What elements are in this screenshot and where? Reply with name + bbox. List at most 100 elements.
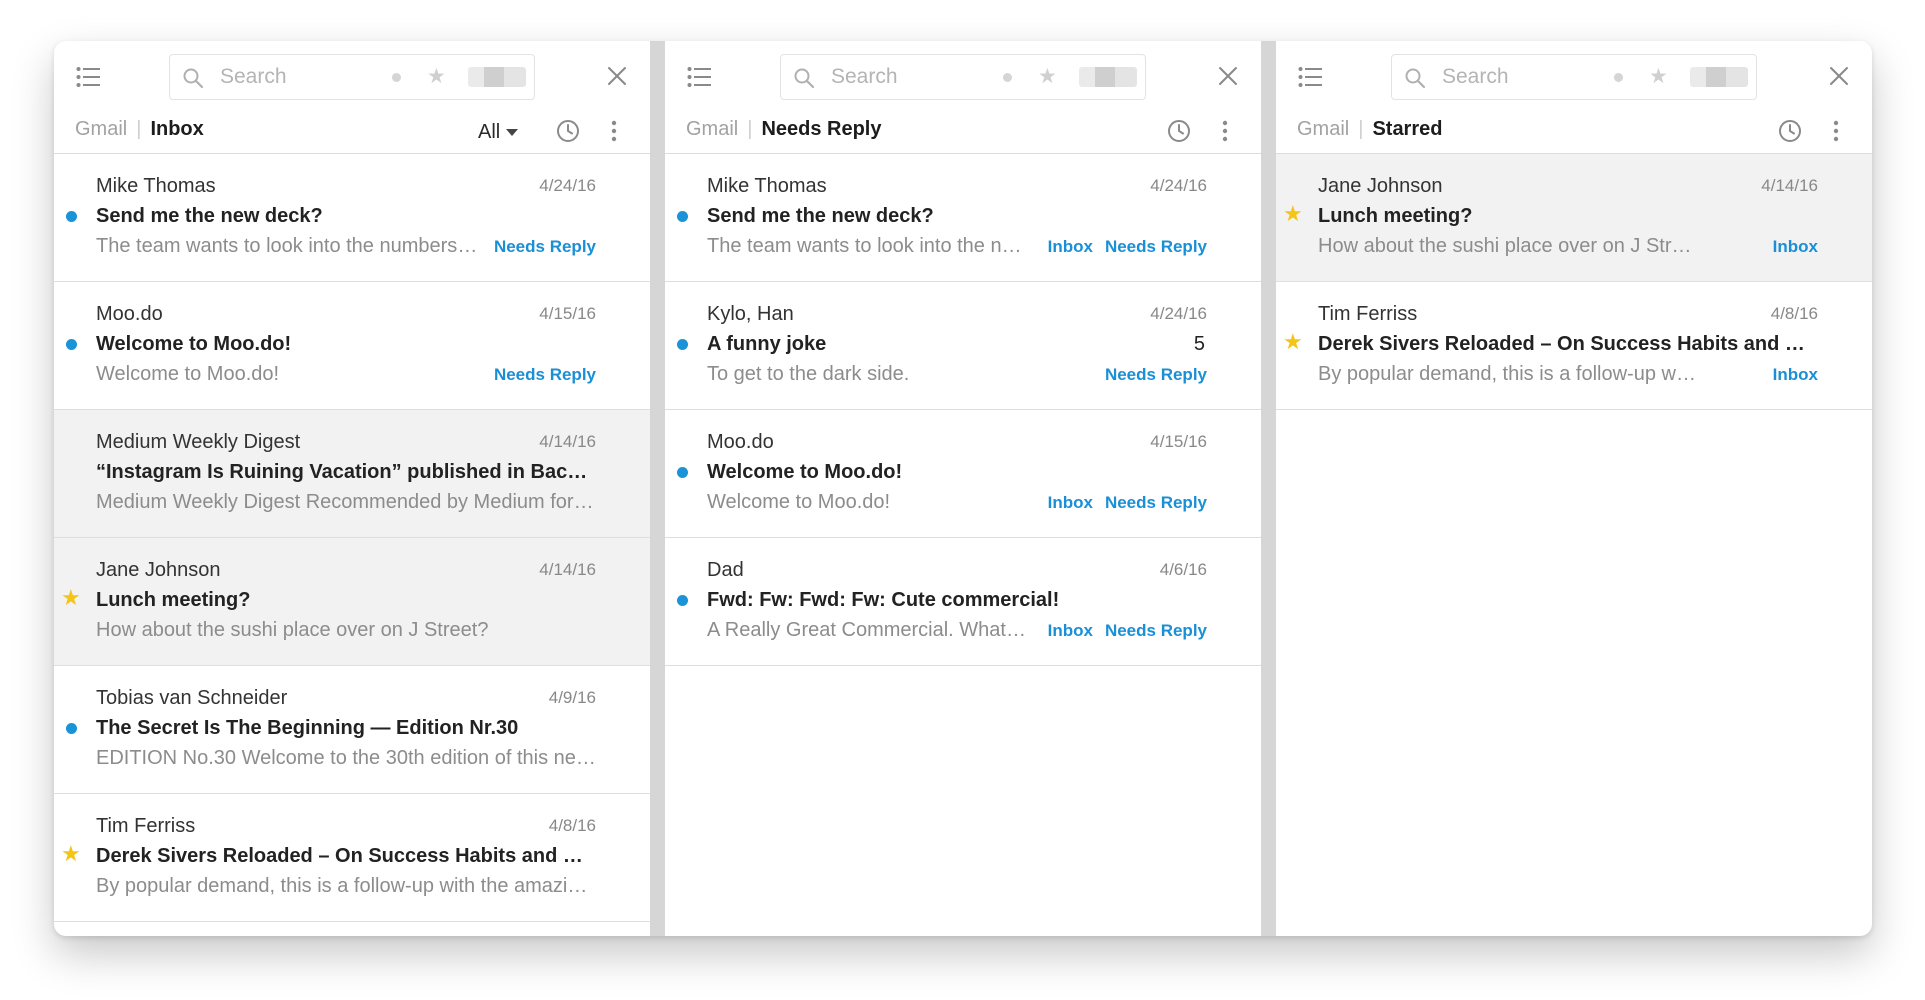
unread-filter-dot-icon[interactable] bbox=[392, 73, 401, 82]
message-sender: Moo.do bbox=[707, 431, 774, 453]
star-filter-icon[interactable]: ★ bbox=[1038, 63, 1057, 91]
breadcrumb-provider[interactable]: Gmail bbox=[686, 118, 738, 140]
close-icon[interactable] bbox=[606, 65, 628, 87]
message-sender: Mike Thomas bbox=[96, 175, 216, 197]
filter-dropdown-label: All bbox=[478, 121, 501, 143]
message-date: 4/24/16 bbox=[1150, 176, 1207, 195]
star-icon[interactable]: ★ bbox=[1283, 328, 1303, 356]
filter-toggle[interactable] bbox=[1079, 67, 1137, 87]
close-icon[interactable] bbox=[1217, 65, 1239, 87]
message-subject: Send me the new deck? bbox=[707, 205, 934, 227]
search-box[interactable]: ★ bbox=[169, 54, 535, 100]
message-subject: A funny joke bbox=[707, 333, 827, 355]
breadcrumb-separator: | bbox=[747, 118, 753, 140]
label-tag[interactable]: Inbox bbox=[1048, 493, 1093, 512]
star-icon[interactable]: ★ bbox=[61, 840, 81, 868]
message-row[interactable]: Tim Ferriss 4/8/16 Derek Sivers Reloaded… bbox=[54, 794, 650, 922]
filter-dropdown[interactable]: All bbox=[478, 119, 519, 145]
message-date: 4/9/16 bbox=[548, 688, 596, 707]
message-preview: Welcome to Moo.do! bbox=[96, 363, 280, 385]
unread-dot-icon[interactable] bbox=[677, 595, 688, 606]
label-tag[interactable]: Needs Reply bbox=[1105, 621, 1207, 640]
breadcrumb-separator: | bbox=[1358, 118, 1364, 140]
search-input[interactable] bbox=[831, 63, 981, 91]
message-row[interactable]: Tim Ferriss 4/8/16 Derek Sivers Reloaded… bbox=[1276, 282, 1872, 410]
message-row[interactable]: Tobias van Schneider 4/9/16 The Secret I… bbox=[54, 666, 650, 794]
more-vertical-icon[interactable] bbox=[1222, 120, 1228, 142]
label-tag[interactable]: Inbox bbox=[1773, 237, 1818, 256]
unread-dot-icon[interactable] bbox=[66, 723, 77, 734]
message-tags: Needs Reply bbox=[1093, 362, 1207, 388]
more-vertical-icon[interactable] bbox=[611, 120, 617, 142]
message-date: 4/14/16 bbox=[1761, 176, 1818, 195]
message-row[interactable]: Moo.do 4/15/16 Welcome to Moo.do! Welcom… bbox=[54, 282, 650, 410]
menu-list-icon[interactable] bbox=[687, 66, 711, 88]
breadcrumb-folder: Starred bbox=[1372, 118, 1443, 140]
message-tags: Needs Reply bbox=[482, 362, 596, 388]
star-filter-icon[interactable]: ★ bbox=[1649, 63, 1668, 91]
breadcrumb-provider[interactable]: Gmail bbox=[1297, 118, 1349, 140]
label-tag[interactable]: Needs Reply bbox=[1105, 493, 1207, 512]
message-row[interactable]: Mike Thomas 4/24/16 Send me the new deck… bbox=[665, 154, 1261, 282]
unread-dot-icon[interactable] bbox=[66, 339, 77, 350]
unread-dot-icon[interactable] bbox=[677, 211, 688, 222]
filter-toggle[interactable] bbox=[1690, 67, 1748, 87]
unread-dot-icon[interactable] bbox=[677, 339, 688, 350]
search-box[interactable]: ★ bbox=[780, 54, 1146, 100]
label-tag[interactable]: Inbox bbox=[1048, 621, 1093, 640]
label-tag[interactable]: Needs Reply bbox=[494, 237, 596, 256]
message-row[interactable]: Moo.do 4/15/16 Welcome to Moo.do! Welcom… bbox=[665, 410, 1261, 538]
unread-filter-dot-icon[interactable] bbox=[1003, 73, 1012, 82]
label-tag[interactable]: Inbox bbox=[1048, 237, 1093, 256]
message-subject: Lunch meeting? bbox=[96, 589, 251, 611]
more-vertical-icon[interactable] bbox=[1833, 120, 1839, 142]
search-icon bbox=[794, 68, 815, 89]
message-tags: Inbox Needs Reply bbox=[1036, 490, 1207, 516]
filter-toggle[interactable] bbox=[468, 67, 526, 87]
label-tag[interactable]: Needs Reply bbox=[494, 365, 596, 384]
menu-list-icon[interactable] bbox=[76, 66, 100, 88]
message-subject: Lunch meeting? bbox=[1318, 205, 1473, 227]
message-list: Mike Thomas 4/24/16 Send me the new deck… bbox=[54, 154, 650, 922]
clock-icon[interactable] bbox=[1167, 119, 1191, 143]
message-row[interactable]: Mike Thomas 4/24/16 Send me the new deck… bbox=[54, 154, 650, 282]
label-tag[interactable]: Needs Reply bbox=[1105, 237, 1207, 256]
breadcrumb: Gmail | Inbox bbox=[75, 115, 204, 143]
star-filter-icon[interactable]: ★ bbox=[427, 63, 446, 91]
clock-icon[interactable] bbox=[556, 119, 580, 143]
unread-filter-dot-icon[interactable] bbox=[1614, 73, 1623, 82]
app-window: ★ Gmail | Inbox All bbox=[54, 41, 1872, 936]
label-tag[interactable]: Needs Reply bbox=[1105, 365, 1207, 384]
message-row[interactable]: Kylo, Han 4/24/16 A funny joke To get to… bbox=[665, 282, 1261, 410]
message-preview: A Really Great Commercial. What do you t… bbox=[707, 619, 1030, 641]
search-input[interactable] bbox=[1442, 63, 1592, 91]
label-tag[interactable]: Inbox bbox=[1773, 365, 1818, 384]
search-box[interactable]: ★ bbox=[1391, 54, 1757, 100]
message-row[interactable]: Jane Johnson 4/14/16 Lunch meeting? How … bbox=[54, 538, 650, 666]
message-tags: Inbox Needs Reply bbox=[1036, 234, 1207, 260]
unread-dot-icon[interactable] bbox=[66, 211, 77, 222]
breadcrumb-provider[interactable]: Gmail bbox=[75, 118, 127, 140]
message-preview: How about the sushi place over on J Stre… bbox=[1318, 235, 1700, 257]
star-icon[interactable]: ★ bbox=[1283, 200, 1303, 228]
message-row[interactable]: Dad 4/6/16 Fwd: Fw: Fwd: Fw: Cute commer… bbox=[665, 538, 1261, 666]
breadcrumb: Gmail | Needs Reply bbox=[686, 115, 882, 143]
message-date: 4/8/16 bbox=[548, 816, 596, 835]
breadcrumb-separator: | bbox=[136, 118, 142, 140]
message-date: 4/15/16 bbox=[539, 304, 596, 323]
message-row[interactable]: Medium Weekly Digest 4/14/16 “Instagram … bbox=[54, 410, 650, 538]
message-sender: Tim Ferriss bbox=[96, 815, 196, 837]
clock-icon[interactable] bbox=[1778, 119, 1802, 143]
message-subject: “Instagram Is Ruining Vacation” publishe… bbox=[96, 461, 596, 483]
unread-dot-icon[interactable] bbox=[677, 467, 688, 478]
message-tags: Needs Reply bbox=[482, 234, 596, 260]
menu-list-icon[interactable] bbox=[1298, 66, 1322, 88]
search-input[interactable] bbox=[220, 63, 370, 91]
close-icon[interactable] bbox=[1828, 65, 1850, 87]
message-subject: Welcome to Moo.do! bbox=[96, 333, 292, 355]
star-icon[interactable]: ★ bbox=[61, 584, 81, 612]
message-row[interactable]: Jane Johnson 4/14/16 Lunch meeting? How … bbox=[1276, 154, 1872, 282]
message-sender: Jane Johnson bbox=[1318, 175, 1443, 197]
message-preview: Welcome to Moo.do! bbox=[707, 491, 891, 513]
mail-column-starred: ★ Gmail | Starred Jane Johnson bbox=[1276, 41, 1872, 936]
